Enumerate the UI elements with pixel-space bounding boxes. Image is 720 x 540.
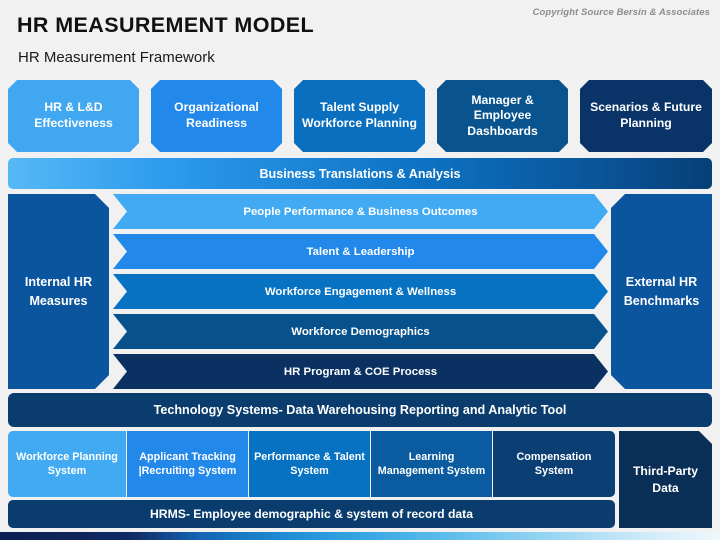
bottom-accent-strip [0,532,720,540]
systems-row: Workforce Planning System Applicant Trac… [0,431,720,497]
measure-bar-workforce-demographics[interactable]: Workforce Demographics [113,314,608,349]
copyright-notice: Copyright Source Bersin & Associates [532,7,710,18]
system-box-performance-talent-system[interactable]: Performance & Talent System [249,431,370,497]
measure-bar-hr-program-coe-process[interactable]: HR Program & COE Process [113,354,608,389]
hrms-bar[interactable]: HRMS- Employee demographic & system of r… [8,500,615,528]
system-box-workforce-planning-system[interactable]: Workforce Planning System [8,431,126,497]
capability-box-manager-employee-dashboards[interactable]: Manager & Employee Dashboards [437,80,568,152]
capability-row: HR & L&D Effectiveness Organizational Re… [0,80,720,152]
measures-band: Internal HR Measures People Performance … [0,194,720,389]
measure-bar-talent-leadership[interactable]: Talent & Leadership [113,234,608,269]
technology-systems-bar[interactable]: Technology Systems- Data Warehousing Rep… [8,393,712,427]
business-translations-bar[interactable]: Business Translations & Analysis [8,158,712,189]
system-box-applicant-tracking-recruiting-system[interactable]: Applicant Tracking |Recruiting System [127,431,248,497]
panel-external-hr-benchmarks[interactable]: External HR Benchmarks [611,194,712,389]
page-subtitle: HR Measurement Framework [18,49,215,66]
header: HR MEASUREMENT MODEL HR Measurement Fram… [0,0,720,76]
capability-box-talent-supply-workforce-planning[interactable]: Talent Supply Workforce Planning [294,80,425,152]
page-title: HR MEASUREMENT MODEL [17,13,315,37]
measure-bar-people-performance[interactable]: People Performance & Business Outcomes [113,194,608,229]
capability-box-hr-ld-effectiveness[interactable]: HR & L&D Effectiveness [8,80,139,152]
panel-internal-hr-measures[interactable]: Internal HR Measures [8,194,109,389]
measure-bar-workforce-engagement[interactable]: Workforce Engagement & Wellness [113,274,608,309]
capability-box-organizational-readiness[interactable]: Organizational Readiness [151,80,282,152]
system-box-learning-management-system[interactable]: Learning Management System [371,431,492,497]
capability-box-scenarios-future-planning[interactable]: Scenarios & Future Planning [580,80,712,152]
system-box-compensation-system[interactable]: Compensation System [493,431,615,497]
system-box-third-party-data[interactable]: Third-Party Data [619,431,712,528]
